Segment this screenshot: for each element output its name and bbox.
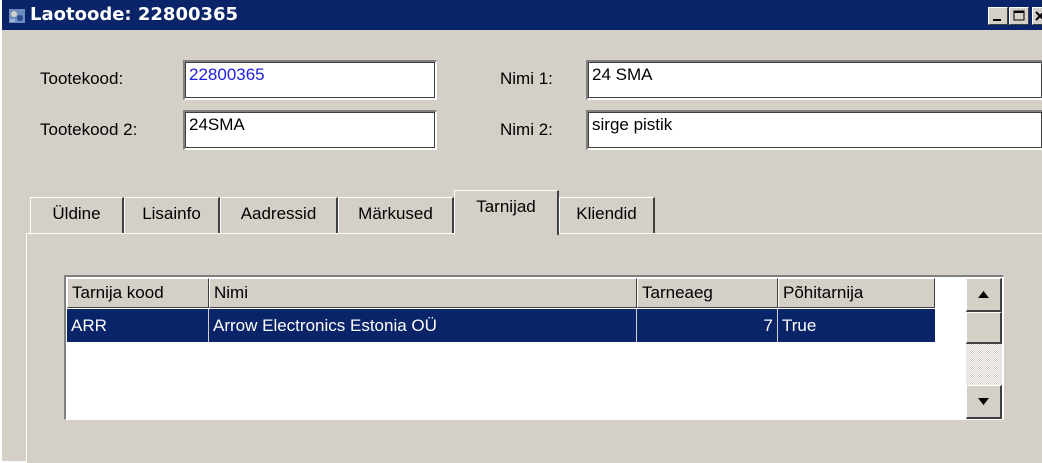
scroll-thumb[interactable]	[966, 312, 1002, 344]
nimi2-label: Nimi 2:	[500, 120, 553, 139]
tab-markused[interactable]: Märkused	[338, 197, 454, 233]
arrow-down-icon	[978, 398, 989, 405]
scroll-down-button[interactable]	[966, 385, 1002, 419]
tootekood-label: Tootekood:	[40, 69, 124, 88]
minimize-button[interactable]	[988, 7, 1008, 25]
cell-pohitarnija: True	[782, 316, 817, 335]
tootekood-value: 22800365	[189, 65, 265, 84]
product-window: Laotoode: 22800365 Tootekood: 22800365 T…	[0, 0, 1042, 463]
tab-lisainfo[interactable]: Lisainfo	[124, 197, 220, 233]
tab-uldine[interactable]: Üldine	[30, 197, 124, 233]
cell-tarnija-kood: ARR	[67, 309, 209, 342]
tab-aadressid[interactable]: Aadressid	[220, 197, 338, 233]
tootekood2-value: 24SMA	[189, 115, 245, 134]
column-header-tarnija-kood[interactable]: Tarnija kood	[67, 278, 209, 308]
column-header-pohitarnija[interactable]: Põhitarnija	[778, 278, 935, 308]
close-button[interactable]	[1032, 7, 1042, 25]
tootekood2-field[interactable]: 24SMA	[183, 110, 437, 150]
nimi2-field[interactable]: sirge pistik	[586, 110, 1042, 150]
maximize-button[interactable]	[1009, 7, 1029, 25]
tab-tarnijad[interactable]: Tarnijad	[454, 190, 559, 235]
window-title: Laotoode: 22800365	[30, 4, 239, 25]
tootekood-field[interactable]: 22800365	[183, 60, 437, 100]
cell-tarneaeg: 7	[637, 309, 778, 342]
nimi1-label: Nimi 1:	[500, 69, 553, 88]
minimize-icon	[993, 19, 1001, 21]
nimi1-field[interactable]: 24 SMA	[586, 60, 1042, 100]
app-icon[interactable]	[8, 7, 26, 25]
tootekood2-label: Tootekood 2:	[40, 120, 138, 139]
arrow-up-icon	[978, 291, 989, 298]
table-row[interactable]: ARR Arrow Electronics Estonia OÜ 7 True	[67, 309, 935, 342]
nimi2-value: sirge pistik	[592, 115, 673, 134]
column-header-nimi[interactable]: Nimi	[209, 278, 637, 308]
scroll-up-button[interactable]	[966, 278, 1002, 312]
maximize-icon	[1013, 10, 1025, 21]
title-bar[interactable]: Laotoode: 22800365	[2, 0, 1042, 30]
cell-nimi: Arrow Electronics Estonia OÜ	[209, 309, 637, 342]
column-header-tarneaeg[interactable]: Tarneaeg	[637, 278, 778, 308]
vertical-scrollbar[interactable]	[966, 278, 1002, 419]
close-icon	[1035, 11, 1042, 21]
suppliers-grid[interactable]: Tarnija kood Nimi Tarneaeg Põhitarnija A…	[64, 275, 1004, 420]
tab-kliendid[interactable]: Kliendid	[559, 197, 655, 233]
nimi1-value: 24 SMA	[592, 65, 653, 84]
